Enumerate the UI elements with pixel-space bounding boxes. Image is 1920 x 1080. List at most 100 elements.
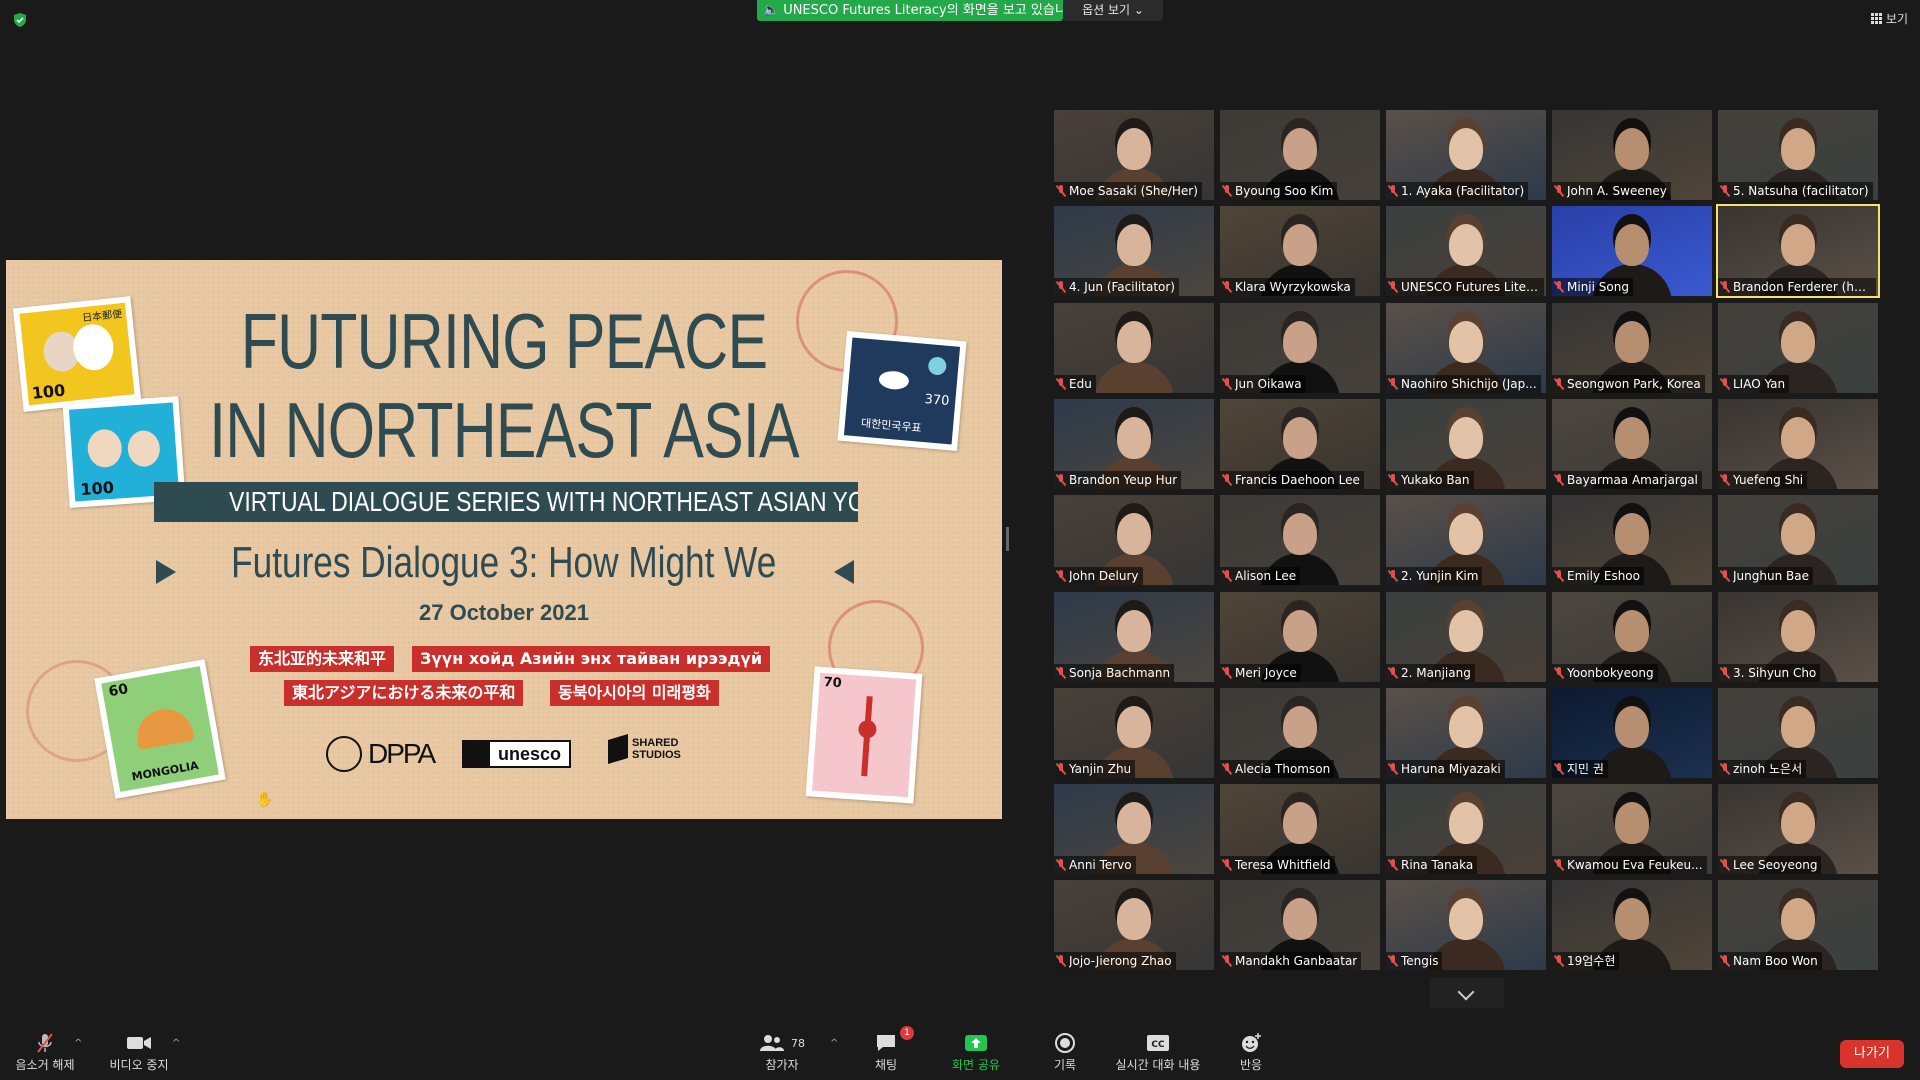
muted-mic-icon [1720,281,1730,293]
participant-tile[interactable]: Yanjin Zhu [1054,687,1214,778]
participant-tile[interactable]: Yoonbokyeong [1552,591,1712,682]
muted-mic-icon [1388,377,1398,390]
view-options-button[interactable]: 옵션 보기 ⌄ [1063,0,1163,21]
participant-tile[interactable]: Seongwon Park, Korea [1552,302,1712,393]
participant-tile[interactable]: Jojo-Jierong Zhao [1054,880,1214,971]
participant-tile[interactable]: Meri Joyce [1220,591,1380,682]
leave-meeting-button[interactable]: 나가기 [1840,1040,1904,1068]
muted-mic-icon [1222,955,1232,967]
participant-name: Anni Tervo [1069,858,1132,873]
participant-tile[interactable]: Naohiro Shichijo (Jap... [1386,302,1546,393]
muted-mic-icon [1554,377,1564,390]
participant-tile[interactable]: Tengis [1386,880,1546,971]
chat-button[interactable]: 1 채팅 [866,1026,914,1073]
split-resize-handle[interactable] [1006,527,1009,551]
share-screen-label: 화면 공유 [952,1058,1000,1072]
participant-tile[interactable]: Francis Daehoon Lee [1220,398,1380,489]
participant-tile[interactable]: Teresa Whitfield [1220,784,1380,875]
tag-korean: 동북아시아의 미래평화 [550,680,719,706]
participant-tile[interactable]: Kwamou Eva Feukeu... [1552,784,1712,875]
muted-mic-icon [1554,570,1564,582]
participant-face [1615,802,1649,845]
participants-options-caret[interactable]: ^ [830,1038,838,1049]
view-button[interactable]: 보기 [1870,10,1908,27]
participants-button[interactable]: 78 참가자 [752,1030,812,1073]
slide-date: 27 October 2021 [419,600,589,625]
participant-tile[interactable]: LIAO Yan [1718,302,1878,393]
china-stamp-pink: 70 [805,666,923,804]
record-button[interactable]: 기록 [1050,1030,1080,1073]
unmute-button[interactable]: 음소거 해제 [12,1030,78,1073]
video-options-caret[interactable]: ^ [172,1038,180,1049]
participant-tile[interactable]: John Delury [1054,495,1214,586]
chevron-down-icon: ⌄ [1133,3,1144,17]
participant-tile[interactable]: Alison Lee [1220,495,1380,586]
participant-count: 78 [791,1036,805,1050]
chat-label: 채팅 [874,1058,898,1072]
reactions-button[interactable]: 반응 [1236,1030,1266,1073]
participant-tile[interactable]: Sonja Bachmann [1054,591,1214,682]
participant-face [1781,898,1815,941]
muted-mic-icon [1554,473,1564,486]
participant-tile[interactable]: 1. Ayaka (Facilitator) [1386,110,1546,200]
participant-tile[interactable]: UNESCO Futures Liter... [1386,206,1546,297]
participant-face [1283,320,1317,363]
participant-tile[interactable]: Minji Song [1552,206,1712,297]
muted-mic-icon [1056,281,1066,293]
muted-mic-icon [1720,473,1730,486]
slide-subtitle-text: VIRTUAL DIALOGUE SERIES WITH NORTHEAST A… [229,486,858,517]
stop-video-button[interactable]: 비디오 중지 [104,1030,174,1073]
participant-tile[interactable]: Yuefeng Shi [1718,398,1878,489]
participant-tile[interactable]: Bayarmaa Amarjargal [1552,398,1712,489]
participant-tile[interactable]: 19엄수현 [1552,880,1712,971]
participant-name: Alecia Thomson [1235,761,1331,776]
participant-face [1781,320,1815,363]
participant-tile[interactable]: Byoung Soo Kim [1220,110,1380,200]
participant-tile[interactable]: zinoh 노은서 [1718,687,1878,778]
participant-tile[interactable]: Nam Boo Won [1718,880,1878,971]
muted-mic-icon [1222,762,1232,775]
participant-tile[interactable]: 3. Sihyun Cho [1718,591,1878,682]
muted-mic-icon [1222,666,1232,679]
participant-tile[interactable]: 5. Natsuha (facilitator) [1718,110,1878,200]
participant-face [1615,128,1649,170]
live-transcript-button[interactable]: CC 실시간 대화 내용 [1108,1030,1208,1073]
participant-tile[interactable]: Yukako Ban [1386,398,1546,489]
participant-tile[interactable]: 2. Yunjin Kim [1386,495,1546,586]
muted-mic-icon [1554,666,1564,679]
participant-tile[interactable]: Brandon Yeup Hur [1054,398,1214,489]
participant-tile[interactable]: 2. Manjiang [1386,591,1546,682]
participant-tile[interactable]: Alecia Thomson [1220,687,1380,778]
china-stamp-pink-value: 70 [823,675,843,692]
security-shield-icon[interactable] [12,12,28,28]
participant-tile[interactable]: John A. Sweeney [1552,110,1712,200]
participant-tile[interactable]: Anni Tervo [1054,784,1214,875]
participant-name-label: Meri Joyce [1220,663,1301,682]
participant-face [1117,320,1151,363]
share-screen-button[interactable]: 화면 공유 [944,1030,1008,1073]
audio-options-caret[interactable]: ^ [74,1038,82,1049]
participant-tile[interactable]: Junghun Bae [1718,495,1878,586]
participant-tile[interactable]: Emily Eshoo [1552,495,1712,586]
participant-tile[interactable]: 4. Jun (Facilitator) [1054,206,1214,297]
participant-tile[interactable]: Mandakh Ganbaatar [1220,880,1380,971]
participant-tile[interactable]: Brandon Ferderer (he/hi... [1716,204,1880,299]
participant-tile[interactable]: Rina Tanaka [1386,784,1546,875]
participant-tile[interactable]: Jun Oikawa [1220,302,1380,393]
participant-face [1449,513,1483,556]
participant-tile[interactable]: 지민 권 [1552,687,1712,778]
muted-mic-icon [1720,859,1730,871]
closed-caption-icon: CC [1147,1035,1169,1051]
participant-tile[interactable]: Haruna Miyazaki [1386,687,1546,778]
reactions-label: 반응 [1239,1058,1263,1072]
participant-tile[interactable]: Lee Seoyeong [1718,784,1878,875]
participant-tile[interactable]: Edu [1054,302,1214,393]
chat-unread-badge: 1 [900,1026,914,1040]
participant-name: Bayarmaa Amarjargal [1567,472,1698,487]
participant-tile[interactable]: Klara Wyrzykowska [1220,206,1380,297]
participant-tile[interactable]: Moe Sasaki (She/Her) [1054,110,1214,200]
participant-name: John Delury [1069,569,1139,584]
gallery-next-page-button[interactable] [1430,978,1504,1008]
participant-name-label: Minji Song [1552,278,1633,297]
participant-face [1449,898,1483,941]
